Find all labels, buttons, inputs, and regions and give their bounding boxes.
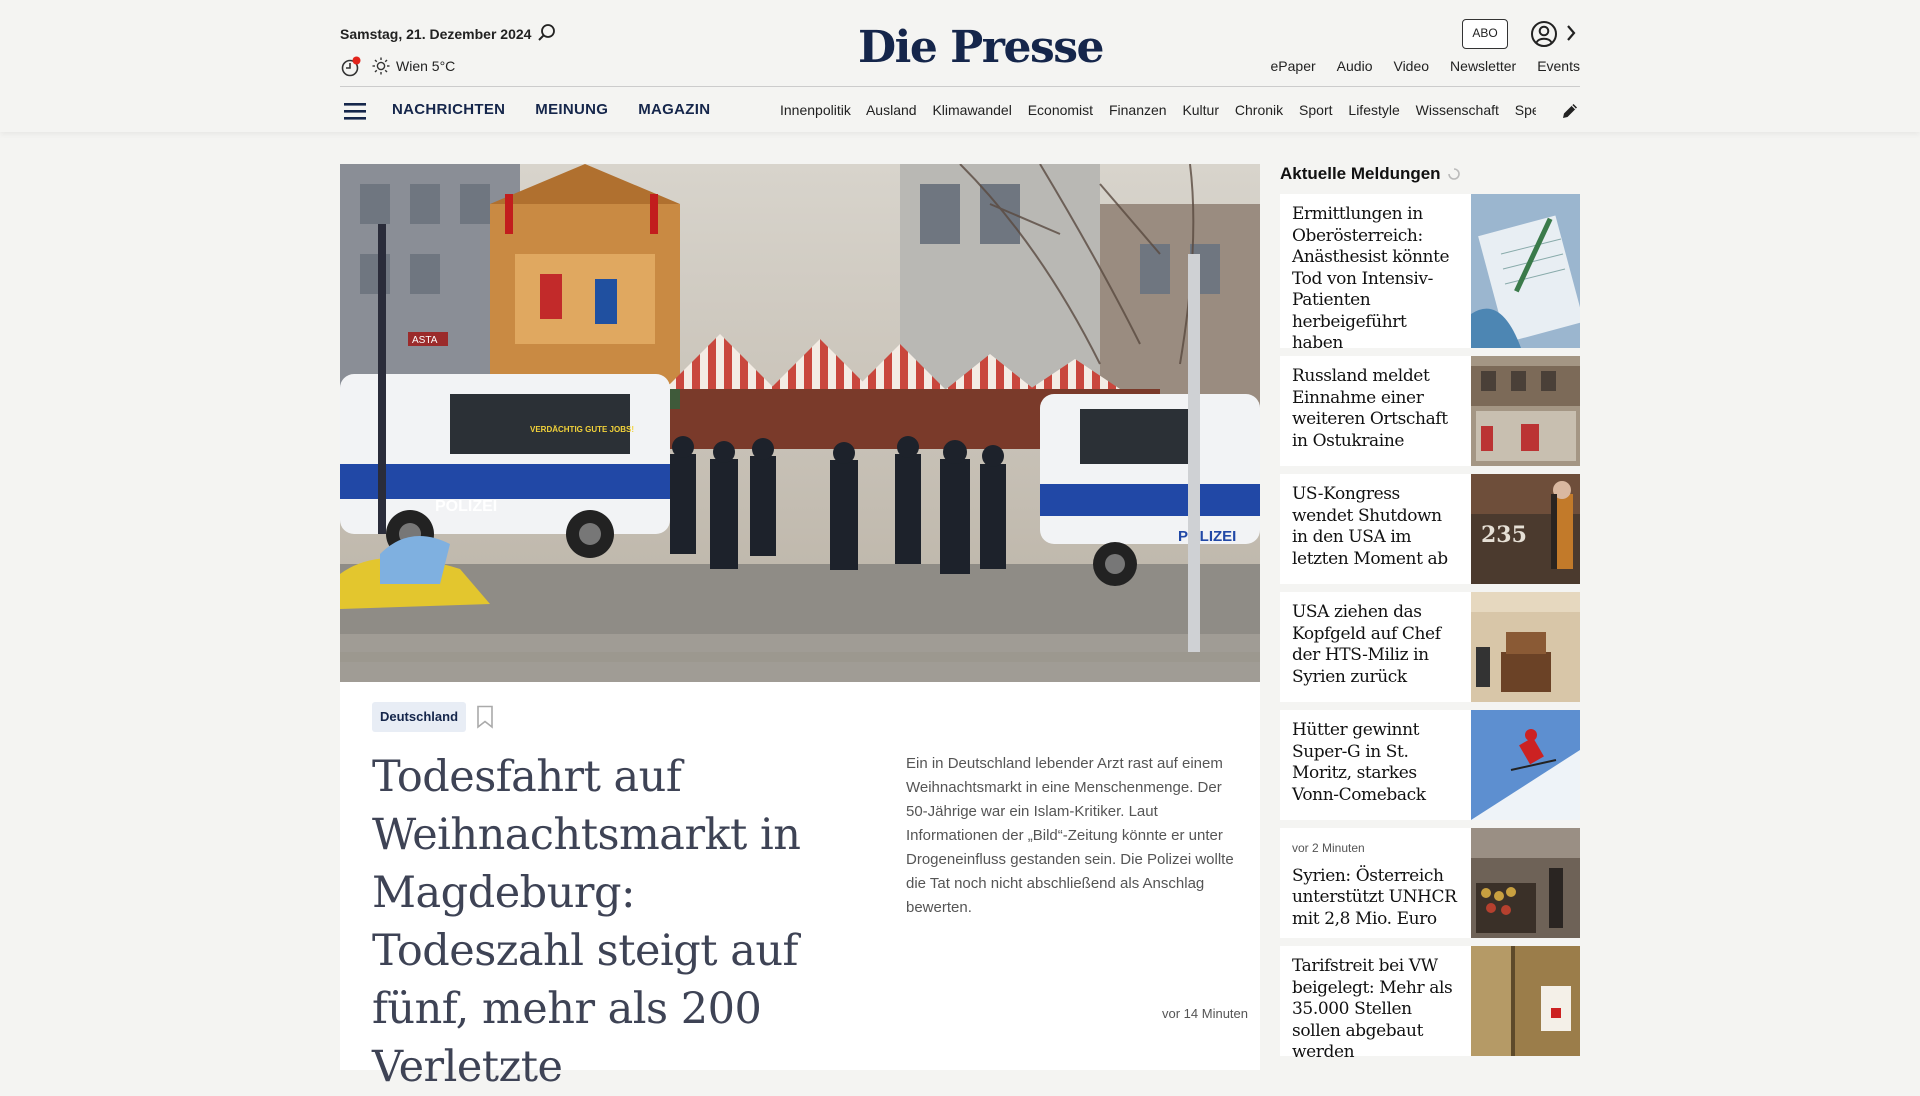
weather-label[interactable]: Wien 5°C bbox=[396, 58, 455, 74]
news-card-thumbnail bbox=[1471, 710, 1580, 820]
current-date: Samstag, 21. Dezember 2024 bbox=[340, 26, 532, 42]
user-icon[interactable] bbox=[1530, 20, 1558, 48]
link-events[interactable]: Events bbox=[1537, 58, 1580, 74]
news-card-thumbnail: 235 bbox=[1471, 474, 1580, 584]
news-card-title: Russland meldet Einnahme einer weiteren … bbox=[1292, 366, 1448, 451]
latest-news-sidebar: Aktuelle Meldungen Ermittlungen in Oberö… bbox=[1280, 164, 1580, 1064]
news-card-thumbnail bbox=[1471, 356, 1580, 466]
nav-magazin[interactable]: MAGAZIN bbox=[638, 101, 710, 118]
van-left-label: POLIZEI bbox=[435, 498, 497, 515]
news-card-thumbnail bbox=[1471, 592, 1580, 702]
menu-icon[interactable] bbox=[344, 101, 366, 121]
news-card-title: Syrien: Österreich unterstützt UNHCR mit… bbox=[1292, 865, 1457, 929]
sidebar-title: Aktuelle Meldungen bbox=[1280, 164, 1441, 183]
article-teaser: Ein in Deutschland lebender Arzt rast au… bbox=[906, 755, 1234, 916]
subnav-spectrum[interactable]: Spectrum bbox=[1515, 102, 1536, 118]
news-card-title: Tarifstreit bei VW beigelegt: Mehr als 3… bbox=[1292, 956, 1453, 1062]
news-card-thumbnail bbox=[1471, 828, 1580, 938]
news-card[interactable]: US-Kongress wendet Shutdown in den USA i… bbox=[1280, 474, 1580, 584]
subnav-wissenschaft[interactable]: Wissenschaft bbox=[1416, 102, 1499, 118]
section-nav: Innenpolitik Ausland Klimawandel Economi… bbox=[780, 102, 1536, 118]
nav-nachrichten[interactable]: NACHRICHTEN bbox=[392, 101, 505, 118]
link-video[interactable]: Video bbox=[1393, 58, 1429, 74]
clock-icon[interactable] bbox=[340, 56, 362, 78]
subnav-sport[interactable]: Sport bbox=[1299, 102, 1332, 118]
van-right-label: POLIZEI bbox=[1178, 528, 1236, 545]
news-card-time: vor 2 Minuten bbox=[1292, 841, 1365, 855]
subnav-innenpolitik[interactable]: Innenpolitik bbox=[780, 102, 851, 118]
news-card-title: Ermittlungen in Oberösterreich: Anästhes… bbox=[1292, 204, 1450, 353]
main-navigation: NACHRICHTEN MEINUNG MAGAZIN Innenpolitik… bbox=[340, 86, 1580, 132]
subnav-finanzen[interactable]: Finanzen bbox=[1109, 102, 1167, 118]
hero-article: ASTA POLIZEI VERDÄCHTIG GUTE JOBS! POLIZ… bbox=[340, 164, 1260, 1092]
image-sign-text: ASTA bbox=[412, 335, 438, 346]
header-inner: Samstag, 21. Dezember 2024 Wien 5°C Die … bbox=[340, 0, 1580, 132]
news-card[interactable]: Ermittlungen in Oberösterreich: Anästhes… bbox=[1280, 194, 1580, 353]
hero-image[interactable]: ASTA POLIZEI VERDÄCHTIG GUTE JOBS! POLIZ… bbox=[340, 164, 1260, 682]
subnav-kultur[interactable]: Kultur bbox=[1182, 102, 1219, 118]
news-card[interactable]: Hütter gewinnt Super-G in St. Moritz, st… bbox=[1280, 710, 1580, 820]
subnav-lifestyle[interactable]: Lifestyle bbox=[1348, 102, 1399, 118]
link-audio[interactable]: Audio bbox=[1337, 58, 1373, 74]
article-timestamp: vor 14 Minuten bbox=[1162, 1006, 1248, 1021]
site-header: Samstag, 21. Dezember 2024 Wien 5°C Die … bbox=[0, 0, 1920, 132]
nav-meinung[interactable]: MEINUNG bbox=[535, 101, 608, 118]
search-icon[interactable] bbox=[536, 22, 558, 44]
news-card-title: Hütter gewinnt Super-G in St. Moritz, st… bbox=[1292, 720, 1426, 805]
pen-icon[interactable] bbox=[1560, 101, 1580, 121]
news-card-title: USA ziehen das Kopfgeld auf Chef der HTS… bbox=[1292, 602, 1441, 687]
primary-nav: NACHRICHTEN MEINUNG MAGAZIN bbox=[392, 101, 710, 118]
news-card-thumbnail bbox=[1471, 194, 1580, 348]
abo-button[interactable]: ABO bbox=[1462, 19, 1508, 49]
bookmark-icon[interactable] bbox=[476, 705, 494, 729]
news-card[interactable]: vor 2 Minuten Syrien: Österreich unterst… bbox=[1280, 828, 1580, 938]
site-logo[interactable]: Die Presse bbox=[858, 22, 1104, 73]
article-headline[interactable]: Todesfahrt auf Weihnachtsmarkt in Magdeb… bbox=[372, 748, 852, 1096]
link-newsletter[interactable]: Newsletter bbox=[1450, 58, 1516, 74]
subnav-klimawandel[interactable]: Klimawandel bbox=[932, 102, 1011, 118]
police-van-left: POLIZEI VERDÄCHTIG GUTE JOBS! bbox=[340, 374, 670, 558]
news-card[interactable]: Russland meldet Einnahme einer weiteren … bbox=[1280, 356, 1580, 466]
thumbnail-number: 235 bbox=[1481, 522, 1527, 548]
subnav-chronik[interactable]: Chronik bbox=[1235, 102, 1283, 118]
news-card-thumbnail bbox=[1471, 946, 1580, 1056]
loading-icon bbox=[1447, 168, 1460, 180]
link-epaper[interactable]: ePaper bbox=[1271, 58, 1316, 74]
news-card-title: US-Kongress wendet Shutdown in den USA i… bbox=[1292, 484, 1448, 569]
sidebar-header: Aktuelle Meldungen bbox=[1280, 164, 1580, 184]
news-card[interactable]: USA ziehen das Kopfgeld auf Chef der HTS… bbox=[1280, 592, 1580, 702]
van-sign-label: VERDÄCHTIG GUTE JOBS! bbox=[530, 425, 634, 434]
subnav-economist[interactable]: Economist bbox=[1028, 102, 1093, 118]
sun-icon bbox=[372, 57, 390, 75]
news-card[interactable]: Tarifstreit bei VW beigelegt: Mehr als 3… bbox=[1280, 946, 1580, 1062]
subnav-ausland[interactable]: Ausland bbox=[866, 102, 917, 118]
top-links: ePaper Audio Video Newsletter Events bbox=[1271, 58, 1580, 74]
chevron-right-icon[interactable] bbox=[1564, 23, 1578, 43]
category-tag[interactable]: Deutschland bbox=[372, 702, 467, 732]
news-card-content: vor 2 Minuten Syrien: Österreich unterst… bbox=[1280, 828, 1471, 938]
